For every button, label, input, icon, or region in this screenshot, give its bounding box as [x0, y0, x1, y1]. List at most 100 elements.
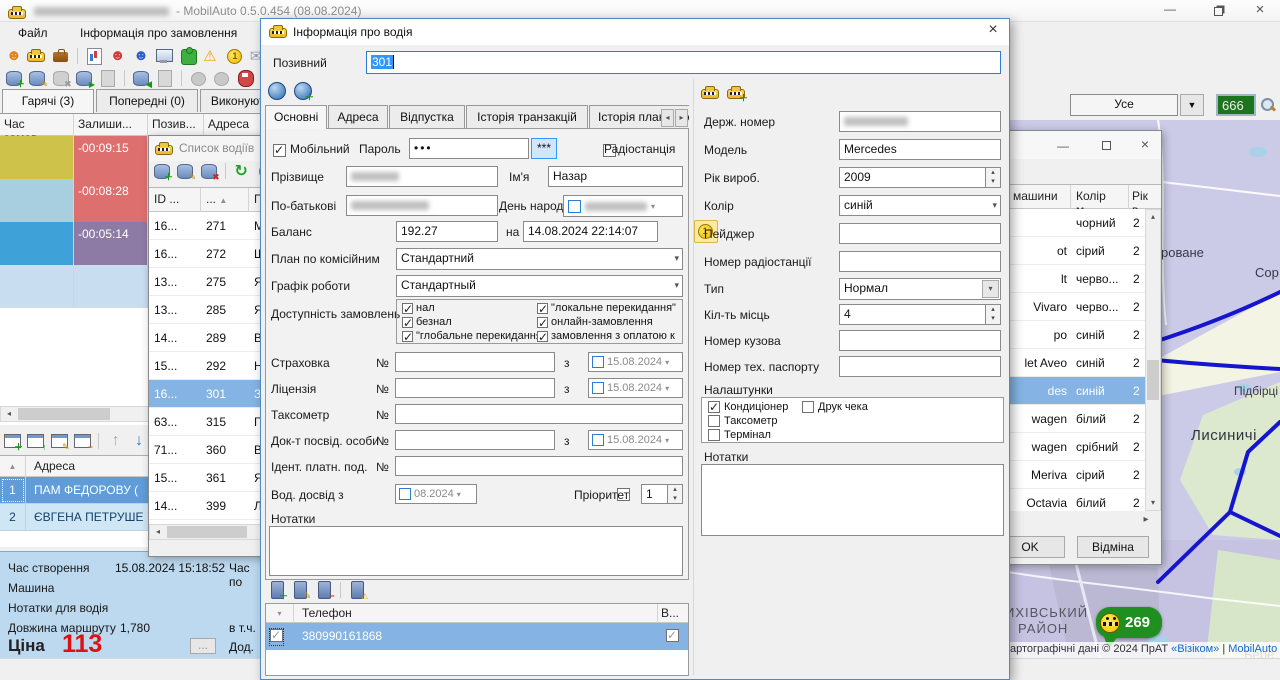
- car-row[interactable]: wagenбілий2: [989, 405, 1145, 433]
- plate-input[interactable]: [839, 111, 1001, 132]
- scroll-up-icon[interactable]: ▴: [1146, 210, 1160, 224]
- address-sort-icon[interactable]: ▲: [0, 456, 26, 477]
- order-map-icon[interactable]: [211, 68, 231, 88]
- passport-input[interactable]: [839, 356, 1001, 377]
- availability-checkbox[interactable]: [402, 331, 413, 342]
- car-setting-option[interactable]: Друк чека: [802, 401, 868, 413]
- iddoc-input[interactable]: [395, 430, 555, 450]
- car-add-icon[interactable]: ＋: [727, 89, 745, 99]
- restore-button[interactable]: [1196, 5, 1240, 19]
- year-spinner[interactable]: 2009▴▾: [839, 167, 1001, 188]
- password-show-button[interactable]: ***: [531, 138, 557, 159]
- phone-add-icon[interactable]: ＋: [267, 580, 287, 600]
- order-doc-icon[interactable]: [97, 68, 117, 88]
- spinner-arrows-icon[interactable]: ▴▾: [985, 305, 1000, 324]
- cars-scroll-right-icon[interactable]: ▸: [1139, 514, 1153, 526]
- type-combo[interactable]: Нормал▾: [839, 278, 1001, 300]
- cars-minimize-button[interactable]: —: [1057, 139, 1069, 153]
- insurance-date-picker[interactable]: 15.08.2024 ▾: [588, 352, 683, 372]
- map-filter-combo[interactable]: Усе: [1070, 94, 1178, 116]
- phone-warning-icon[interactable]: ⚠: [347, 580, 367, 600]
- col-driver-callsign[interactable]: ... ▲: [201, 188, 249, 212]
- car-row[interactable]: ltчерво...2: [989, 265, 1145, 293]
- availability-option[interactable]: безнал: [402, 316, 452, 328]
- availability-option[interactable]: замовлення з оплатою к: [537, 330, 675, 342]
- col-address-title[interactable]: Адреса: [26, 456, 83, 476]
- car-row[interactable]: desсиній2: [989, 377, 1145, 405]
- tab-transactions[interactable]: Історія транзакцій: [466, 105, 588, 128]
- pager-input[interactable]: [839, 223, 1001, 244]
- taxi-icon[interactable]: [27, 46, 47, 66]
- availability-option[interactable]: "глобальне перекидання: [402, 330, 542, 342]
- address-remove-icon[interactable]: −: [72, 431, 92, 451]
- availability-option[interactable]: "локальне перекидання": [537, 302, 676, 314]
- cars-close-button[interactable]: ×: [1141, 136, 1149, 152]
- model-input[interactable]: Mercedes: [839, 139, 1001, 160]
- spinner-arrows-icon[interactable]: ▴▾: [985, 168, 1000, 187]
- price-more-button[interactable]: ...: [190, 638, 216, 654]
- availability-checkbox[interactable]: [537, 303, 548, 314]
- availability-checkbox[interactable]: [537, 317, 548, 328]
- insurance-input[interactable]: [395, 352, 555, 372]
- address-insert-icon[interactable]: ↑: [25, 431, 45, 451]
- mobile-checkbox[interactable]: [273, 144, 286, 157]
- menu-order-info[interactable]: Інформація про замовлення: [80, 26, 237, 40]
- car-row[interactable]: poсиній2: [989, 321, 1145, 349]
- car-notes-textarea[interactable]: [701, 464, 1004, 536]
- car-row[interactable]: wagenсрібний2: [989, 433, 1145, 461]
- minimize-button[interactable]: —: [1148, 2, 1192, 16]
- tab-preorders[interactable]: Попередні (0): [96, 89, 198, 112]
- driver-add-icon[interactable]: ＋: [152, 161, 172, 181]
- order-copy-icon[interactable]: [154, 68, 174, 88]
- scroll-thumb[interactable]: [167, 526, 247, 538]
- order-delete-icon[interactable]: ✖: [51, 68, 71, 88]
- car-setting-option[interactable]: Термінал: [708, 429, 771, 441]
- driver-map-marker[interactable]: 269: [1096, 607, 1162, 638]
- col-phone[interactable]: Телефон: [294, 604, 658, 623]
- refresh-icon[interactable]: [232, 161, 252, 181]
- scroll-left-icon[interactable]: ◂: [1, 407, 17, 421]
- seats-spinner[interactable]: 4▴▾: [839, 304, 1001, 325]
- briefcase-icon[interactable]: [51, 46, 71, 66]
- car-row[interactable]: Octaviaбілий2: [989, 489, 1145, 511]
- search-icon[interactable]: [1260, 97, 1276, 113]
- col-address[interactable]: Адреса: [204, 114, 260, 136]
- client-male-icon[interactable]: [131, 46, 151, 66]
- availability-checkbox[interactable]: [537, 331, 548, 342]
- license-input[interactable]: [395, 378, 555, 398]
- driver-add2-icon[interactable]: ＋: [293, 81, 313, 101]
- driver-icon[interactable]: [4, 46, 24, 66]
- car-setting-checkbox[interactable]: [708, 415, 720, 427]
- availability-checkbox[interactable]: [402, 317, 413, 328]
- birthday-date-picker[interactable]: ▾: [563, 195, 683, 217]
- plugin-icon[interactable]: [178, 46, 198, 66]
- col-callsign[interactable]: Позив...: [148, 114, 204, 136]
- license-date-picker[interactable]: 15.08.2024 ▾: [588, 378, 683, 398]
- combo-button-icon[interactable]: ▾: [982, 280, 999, 298]
- driver-edit-icon[interactable]: ✎: [175, 161, 195, 181]
- cars-vscrollbar[interactable]: ▴ ▾: [1145, 209, 1161, 511]
- availability-option[interactable]: нал: [402, 302, 435, 314]
- scroll-down-icon[interactable]: ▾: [1146, 496, 1160, 510]
- car-row[interactable]: Merivaсірий2: [989, 461, 1145, 489]
- taxid-input[interactable]: [395, 456, 683, 476]
- col-driver-id[interactable]: ID ...: [149, 188, 201, 212]
- col-car-color[interactable]: Колір м...: [1071, 185, 1129, 209]
- car-setting-checkbox[interactable]: [708, 401, 720, 413]
- taximeter-input[interactable]: [395, 404, 683, 424]
- phone-remove-icon[interactable]: −: [314, 580, 334, 600]
- col-car-year[interactable]: Рік в.: [1129, 185, 1163, 209]
- iddoc-date-checkbox[interactable]: [592, 434, 604, 446]
- coin-icon[interactable]: [224, 46, 244, 66]
- col-verified[interactable]: В...: [658, 604, 688, 623]
- phone-sort-icon[interactable]: ▾: [266, 604, 294, 623]
- scroll-thumb[interactable]: [1147, 360, 1159, 400]
- report-icon[interactable]: [84, 46, 104, 66]
- priority-spinner[interactable]: 1▴▾: [641, 484, 683, 504]
- move-down-icon[interactable]: ↓: [129, 431, 149, 451]
- order-add-icon[interactable]: ＋: [4, 68, 24, 88]
- car-setting-checkbox[interactable]: [708, 429, 720, 441]
- car-row[interactable]: let Aveoсиній2: [989, 349, 1145, 377]
- spinner-arrows-icon[interactable]: ▴▾: [667, 485, 682, 503]
- warning-icon[interactable]: [201, 46, 221, 66]
